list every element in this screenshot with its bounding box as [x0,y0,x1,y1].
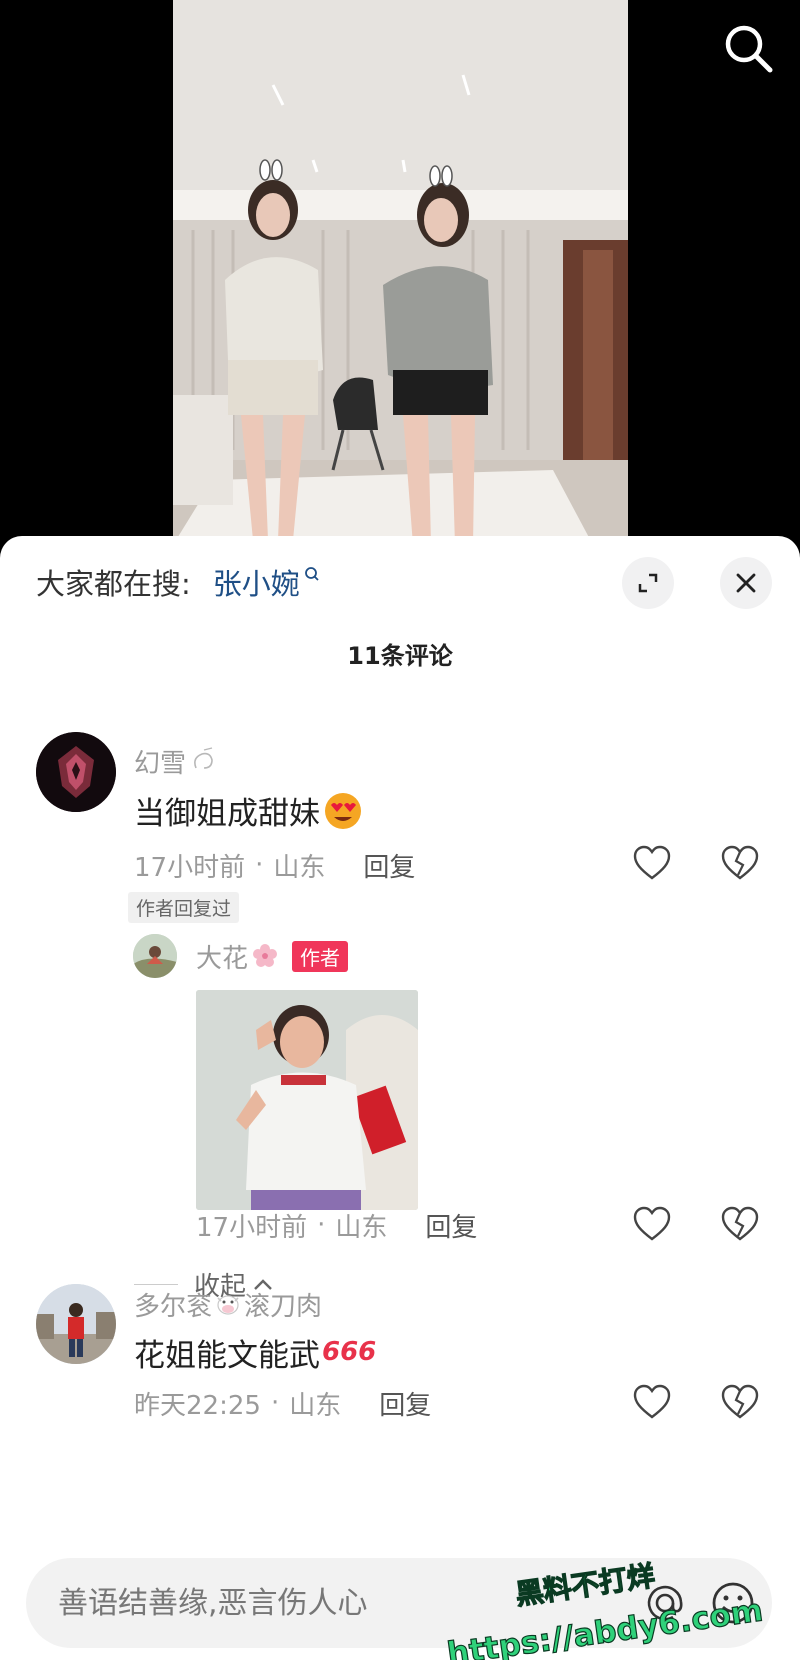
comment-username[interactable]: 多尔衮 滚刀肉 [134,1286,322,1322]
expand-icon [638,573,658,593]
username-text: 多尔衮 [134,1291,213,1322]
reply-image[interactable] [196,990,418,1210]
username-text-2: 滚刀肉 [244,1291,323,1322]
comment-count-title: 11条评论 [347,642,453,670]
reply-avatar-image [133,934,177,978]
expand-button[interactable] [622,557,674,609]
reply-button[interactable]: 回复 [425,1207,477,1244]
comment-time: 17小时前 [134,852,246,883]
comment-meta: 17小时前 · 山东 回复 [134,844,415,886]
dislike-button[interactable] [718,841,762,885]
reply-meta: 17小时前 · 山东 回复 [196,1204,477,1246]
comment-time: 昨天22:25 [134,1390,261,1421]
broken-heart-icon [721,845,759,880]
video-frame[interactable] [173,0,628,545]
meta-separator: · [255,850,264,880]
comment-text-content: 花姐能文能武 [134,1337,320,1374]
comment-location: 山东 [273,852,326,883]
search-button[interactable] [718,18,778,78]
avatar-image [36,1284,116,1364]
heart-eyes-emoji-icon [325,793,361,829]
broken-heart-icon [721,1206,759,1241]
comment-text-content: 当御姐成甜妹 [134,795,320,832]
trending-label: 大家都在搜: [36,567,191,601]
trending-search-row: 大家都在搜: 张小婉 [36,562,320,602]
meta-separator: · [317,1210,326,1240]
author-replied-tag: 作者回复过 [128,892,240,923]
username-text: 幻雪 [134,748,187,779]
cow-icon [217,1295,239,1315]
video-scene-image [173,0,628,545]
comment-text: 当御姐成甜妹 [134,786,364,834]
video-player[interactable] [0,0,800,545]
comment-username[interactable]: 幻雪 [134,744,218,779]
decoration-icon [194,747,213,769]
comment-text: 花姐能文能武 666 [134,1328,376,1376]
comment-sheet: 大家都在搜: 张小婉 11条评论 幻雪 当御姐成甜妹 17小时前 · 山东 回复… [0,536,800,1666]
comment-input[interactable] [56,1584,580,1622]
reply-username[interactable]: 大花 作者 [196,938,349,974]
close-icon [736,573,756,593]
broken-heart-icon [721,1384,759,1419]
dislike-button[interactable] [718,1202,762,1246]
at-icon[interactable] [642,1580,688,1626]
search-icon [304,567,319,581]
avatar-image [36,732,116,812]
comment-location: 山东 [289,1390,342,1421]
avatar[interactable] [36,1284,116,1364]
comment-input-bar[interactable] [26,1558,772,1648]
meta-separator: · [270,1388,280,1418]
avatar[interactable] [36,732,116,812]
reply-button[interactable]: 回复 [363,847,415,884]
search-icon [725,25,773,73]
reply-time: 17小时前 [196,1212,308,1243]
reply-avatar[interactable] [133,934,177,978]
heart-icon [633,845,671,880]
like-button[interactable] [630,841,674,885]
reply-username-text: 大花 [196,943,249,974]
author-badge: 作者 [292,940,349,972]
reply-photo-image [196,990,418,1210]
like-button[interactable] [630,1380,674,1424]
heart-icon [633,1206,671,1241]
emoji-666: 666 [322,1337,377,1367]
trending-term-link[interactable]: 张小婉 [213,561,300,603]
like-button[interactable] [630,1202,674,1246]
dislike-button[interactable] [718,1380,762,1424]
close-button[interactable] [720,557,772,609]
comment-meta: 昨天22:25 · 山东 回复 [134,1382,431,1424]
reply-location: 山东 [335,1212,388,1243]
heart-icon [633,1384,671,1419]
emoji-icon[interactable] [708,1578,758,1628]
flower-icon [253,944,278,967]
reply-button[interactable]: 回复 [379,1385,431,1422]
